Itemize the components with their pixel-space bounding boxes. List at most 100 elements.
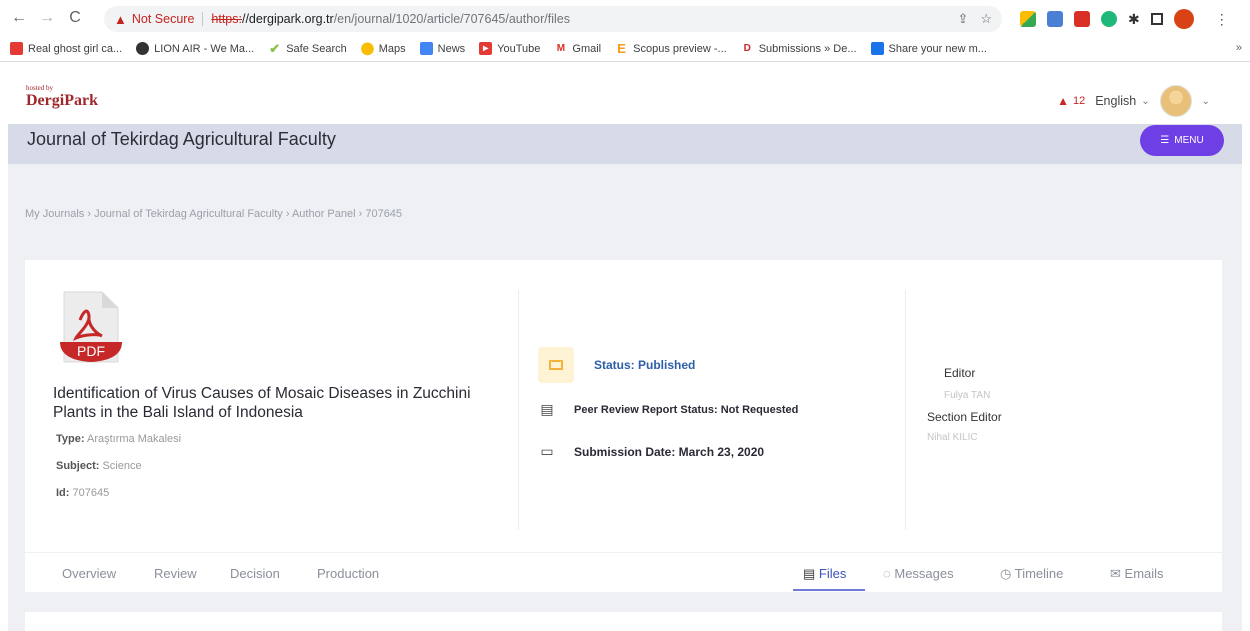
extension-icon[interactable]: [1101, 11, 1117, 27]
bookmark-favicon: [136, 42, 150, 55]
not-secure-label: Not Secure: [131, 12, 195, 26]
section-editor-heading: Section Editor: [927, 410, 1002, 424]
tab-messages[interactable]: ◌ Messages: [883, 566, 954, 581]
section-editor-name[interactable]: Nihal KILIC: [927, 432, 978, 443]
tab-timeline-label: Timeline: [1014, 566, 1064, 581]
bookmarks-overflow-icon[interactable]: »: [1236, 42, 1242, 54]
bookmark-star-icon[interactable]: ☆: [980, 11, 992, 27]
document-icon: ▤: [540, 401, 554, 417]
language-selector[interactable]: English ⌄: [1095, 94, 1149, 108]
logo-text: DergiPark: [26, 92, 98, 109]
id-label: Id:: [56, 487, 70, 499]
url-host: //dergipark.org.tr: [241, 12, 334, 26]
bookmark-item[interactable]: Real ghost girl ca...: [10, 42, 122, 55]
tab-decision[interactable]: Decision: [230, 566, 280, 581]
article-title: Identification of Virus Causes of Mosaic…: [53, 385, 471, 421]
tab-messages-label: Messages: [894, 566, 954, 581]
extension-icon[interactable]: [1047, 11, 1063, 27]
active-tab-indicator: [793, 589, 865, 591]
breadcrumb[interactable]: My Journals › Journal of Tekirdag Agricu…: [25, 208, 402, 220]
dergipark-logo[interactable]: hosted by DergiPark: [26, 84, 98, 110]
tab-production[interactable]: Production: [317, 566, 379, 581]
tab-emails[interactable]: ✉ Emails: [1110, 566, 1164, 582]
id-value: 707645: [72, 487, 110, 499]
bookmark-item[interactable]: ▸ YouTube: [479, 42, 540, 55]
bookmark-label: Share your new m...: [888, 42, 987, 55]
mail-icon: ✉: [1110, 566, 1121, 581]
article-card: [25, 260, 1222, 592]
bookmark-favicon: [419, 42, 433, 55]
bookmark-favicon: M: [556, 43, 566, 54]
bookmark-item[interactable]: E Scopus preview -...: [615, 42, 727, 55]
tab-files[interactable]: ▤ Files: [803, 566, 846, 582]
bookmark-label: Submissions » De...: [758, 42, 857, 55]
omnibox-divider: [202, 12, 204, 26]
editor-heading: Editor: [944, 366, 976, 380]
bookmark-label: Real ghost girl ca...: [28, 42, 123, 55]
browser-toolbar: ← → C ▲ Not Secure https://dergipark.org…: [0, 0, 1250, 36]
article-type: Type: Araştırma Makalesi: [56, 433, 181, 445]
menu-button[interactable]: ☰ MENU: [1140, 125, 1224, 156]
submission-date-text: Submission Date: March 23, 2020: [574, 444, 765, 459]
article-id: Id: 707645: [56, 487, 109, 499]
bookmark-item[interactable]: D Submissions » De...: [741, 42, 857, 55]
notification-count[interactable]: 12: [1073, 95, 1085, 107]
share-icon[interactable]: ⇪: [957, 11, 968, 27]
url-scheme: https:: [211, 12, 242, 26]
extension-icon[interactable]: [1074, 11, 1090, 27]
bookmark-label: Gmail: [572, 42, 602, 55]
extensions-bar: ✱ ⋮: [1020, 9, 1229, 29]
submission-date-row: ▭ Submission Date: March 23, 2020: [538, 443, 764, 460]
tab-overview[interactable]: Overview: [62, 566, 116, 581]
peer-review-text: Peer Review Report Status: Not Requested: [574, 403, 799, 416]
subject-value: Science: [102, 460, 142, 472]
tab-timeline[interactable]: ◷ Timeline: [1000, 566, 1063, 582]
bookmark-item[interactable]: ✔ Safe Search: [268, 42, 347, 55]
reload-icon[interactable]: C: [64, 7, 86, 29]
extension-icon[interactable]: [1020, 11, 1036, 27]
tab-emails-label: Emails: [1124, 566, 1164, 581]
bookmark-label: Maps: [378, 42, 406, 55]
chevron-down-icon[interactable]: ⌄: [1202, 96, 1210, 107]
bookmark-item[interactable]: M Gmail: [554, 42, 601, 55]
article-subject: Subject: Science: [56, 460, 142, 472]
bookmark-label: News: [437, 42, 466, 55]
status-icon: [538, 347, 574, 383]
avatar[interactable]: [1159, 85, 1192, 117]
warning-icon: ▲: [114, 11, 127, 27]
bookmark-item[interactable]: LION AIR - We Ma...: [136, 42, 254, 55]
logo-tagline: hosted by: [26, 84, 54, 92]
profile-icon[interactable]: [1173, 9, 1194, 29]
column-divider: [518, 290, 519, 530]
chat-icon: ◌: [883, 566, 891, 581]
forward-icon[interactable]: →: [36, 7, 58, 29]
menu-label: MENU: [1174, 135, 1204, 146]
files-panel: [25, 612, 1222, 631]
subject-label: Subject:: [56, 460, 100, 472]
clock-icon: ◷: [1000, 566, 1012, 581]
bell-icon[interactable]: ▲: [1057, 94, 1069, 108]
type-value: Araştırma Makalesi: [86, 433, 182, 445]
editor-name[interactable]: Fulya TAN: [944, 390, 990, 401]
journal-title[interactable]: Journal of Tekirdag Agricultural Faculty: [27, 129, 336, 150]
back-icon[interactable]: ←: [8, 7, 30, 29]
bookmark-favicon: D: [743, 43, 751, 54]
bookmark-favicon: [10, 42, 23, 55]
bookmark-label: Scopus preview -...: [633, 42, 727, 55]
address-bar[interactable]: ▲ Not Secure https://dergipark.org.tr/en…: [104, 6, 1002, 32]
bookmark-item[interactable]: Share your new m...: [870, 42, 987, 55]
header-actions: ▲ 12 English ⌄ ⌄: [1057, 85, 1210, 117]
sidebar-icon[interactable]: [1150, 13, 1163, 25]
bookmark-label: LION AIR - We Ma...: [154, 42, 255, 55]
bookmark-item[interactable]: News: [419, 42, 466, 55]
bookmark-item[interactable]: ⬤ Maps: [361, 42, 406, 55]
tabs-divider: [25, 552, 1222, 553]
bookmark-favicon: [870, 42, 884, 55]
menu-icon: ☰: [1160, 135, 1170, 146]
tab-review[interactable]: Review: [154, 566, 197, 581]
kebab-menu-icon[interactable]: ⋮: [1215, 11, 1229, 28]
pdf-file-icon[interactable]: PDF: [58, 290, 124, 364]
bookmark-favicon: ▸: [479, 42, 493, 55]
puzzle-icon[interactable]: ✱: [1128, 11, 1140, 28]
bookmark-label: YouTube: [497, 42, 541, 55]
